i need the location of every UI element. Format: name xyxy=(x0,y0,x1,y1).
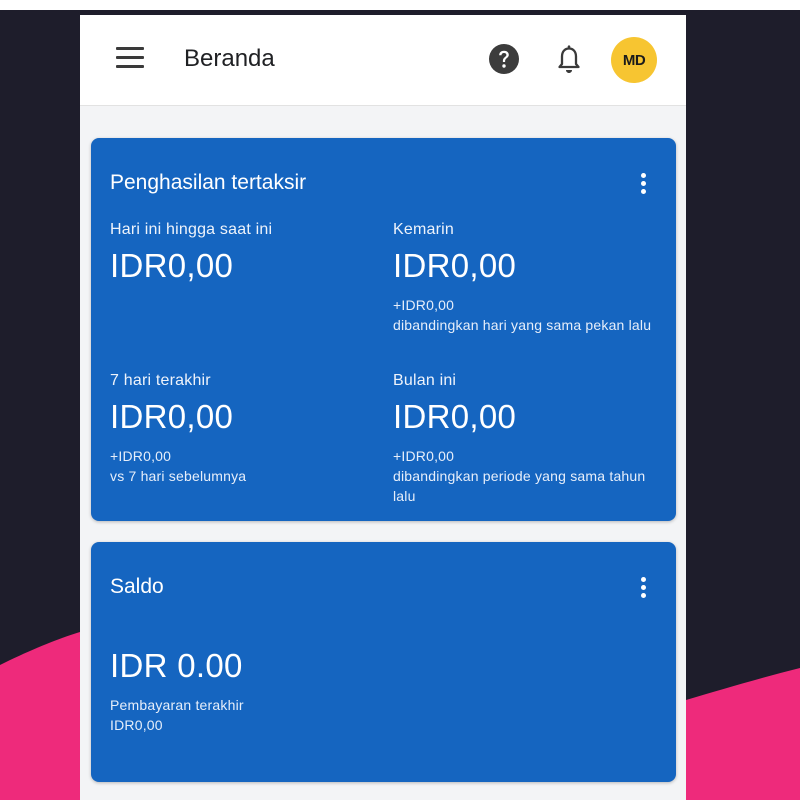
help-icon[interactable] xyxy=(488,43,520,75)
app-bar: Beranda MD xyxy=(80,15,686,106)
page-title: Beranda xyxy=(184,45,275,72)
earnings-change: +IDR0,00 xyxy=(110,448,172,464)
avatar[interactable]: MD xyxy=(611,37,657,83)
last-payment-value: IDR0,00 xyxy=(110,717,163,733)
earnings-comparison: vs 7 hari sebelumnya xyxy=(110,468,247,484)
card-title: Penghasilan tertaksir xyxy=(110,171,307,194)
last-payment-label: Pembayaran terakhir xyxy=(110,697,244,713)
earnings-yesterday: Kemarin IDR0,00 +IDR0,00 dibandingkan ha… xyxy=(393,221,663,335)
earnings-change: +IDR0,00 xyxy=(393,448,455,464)
menu-icon[interactable] xyxy=(116,47,144,69)
earnings-last-7-days: 7 hari terakhir IDR0,00 +IDR0,00 vs 7 ha… xyxy=(110,372,380,486)
earnings-today: Hari ini hingga saat ini IDR0,00 xyxy=(110,221,380,285)
more-options-icon[interactable] xyxy=(640,577,646,599)
earnings-label: Hari ini hingga saat ini xyxy=(110,221,273,238)
balance-card: Saldo IDR 0.00 Pembayaran terakhir IDR0,… xyxy=(91,542,676,782)
earnings-value: IDR0,00 xyxy=(393,247,517,284)
app-screen: Beranda MD Penghasilan tertaksir Hari in… xyxy=(80,15,686,800)
earnings-label: Kemarin xyxy=(393,221,454,238)
bell-icon[interactable] xyxy=(554,43,584,75)
earnings-value: IDR0,00 xyxy=(110,398,234,435)
earnings-this-month: Bulan ini IDR0,00 +IDR0,00 dibandingkan … xyxy=(393,372,663,506)
earnings-comparison: dibandingkan hari yang sama pekan lalu xyxy=(393,317,652,333)
card-title: Saldo xyxy=(110,575,164,598)
earnings-label: 7 hari terakhir xyxy=(110,372,211,389)
earnings-change: +IDR0,00 xyxy=(393,297,455,313)
top-border xyxy=(0,0,800,10)
earnings-comparison: dibandingkan periode yang sama tahun lal… xyxy=(393,468,646,504)
balance-amount: IDR 0.00 xyxy=(110,647,243,684)
earnings-value: IDR0,00 xyxy=(110,247,234,284)
earnings-label: Bulan ini xyxy=(393,372,457,389)
estimated-earnings-card: Penghasilan tertaksir Hari ini hingga sa… xyxy=(91,138,676,521)
more-options-icon[interactable] xyxy=(640,173,646,195)
earnings-value: IDR0,00 xyxy=(393,398,517,435)
